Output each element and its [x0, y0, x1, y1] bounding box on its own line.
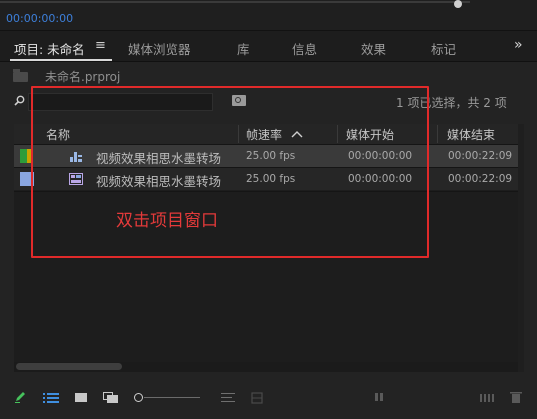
pencil-icon[interactable] [14, 390, 27, 407]
sort-icons-icon[interactable] [221, 393, 235, 403]
column-divider[interactable] [437, 125, 438, 143]
tab-media-browser[interactable]: 媒体浏览器 [128, 39, 191, 58]
new-item-icon[interactable] [480, 392, 494, 404]
tab-info[interactable]: 信息 [292, 39, 317, 58]
tab-overflow-icon[interactable]: » [514, 37, 523, 53]
item-media-end: 00:00:22:09 [448, 150, 513, 162]
timecode-display[interactable]: 00:00:00:00 [6, 12, 73, 25]
list-view-icon[interactable] [43, 392, 59, 404]
tab-effects[interactable]: 效果 [361, 39, 386, 58]
active-tab-indicator [10, 59, 112, 61]
zoom-slider-track[interactable] [144, 397, 200, 398]
timeline-scrollbar[interactable] [0, 1, 470, 3]
tab-markers[interactable]: 标记 [431, 39, 456, 58]
project-file-name: 未命名.prproj [45, 70, 121, 84]
icon-view-icon[interactable] [75, 393, 87, 402]
search-icon [14, 95, 25, 109]
project-folder-icon [13, 69, 28, 82]
panel-menu-icon[interactable]: ≡ [95, 38, 106, 53]
horizontal-scroll-thumb[interactable] [16, 363, 122, 370]
panel-tab-bar: 项目: 未命名 ≡ 媒体浏览器 库 信息 效果 标记 » [0, 31, 537, 62]
tab-project[interactable]: 项目: 未命名 [14, 39, 85, 58]
vertical-scrollbar[interactable] [518, 124, 524, 372]
item-media-end: 00:00:22:09 [448, 173, 513, 185]
zoom-slider-handle[interactable] [134, 393, 143, 402]
freeform-view-icon[interactable] [103, 392, 119, 404]
timeline-scroll-handle[interactable] [454, 0, 462, 8]
column-media-end[interactable]: 媒体结束 [447, 126, 495, 143]
find-icon[interactable] [374, 391, 386, 403]
annotation-label: 双击项目窗口 [116, 211, 218, 231]
trash-icon[interactable] [510, 391, 522, 404]
tab-libraries[interactable]: 库 [237, 39, 250, 58]
label-color-swatch[interactable] [20, 149, 27, 163]
automate-to-sequence-icon[interactable] [251, 392, 263, 404]
annotation-highlight-box [31, 86, 429, 258]
